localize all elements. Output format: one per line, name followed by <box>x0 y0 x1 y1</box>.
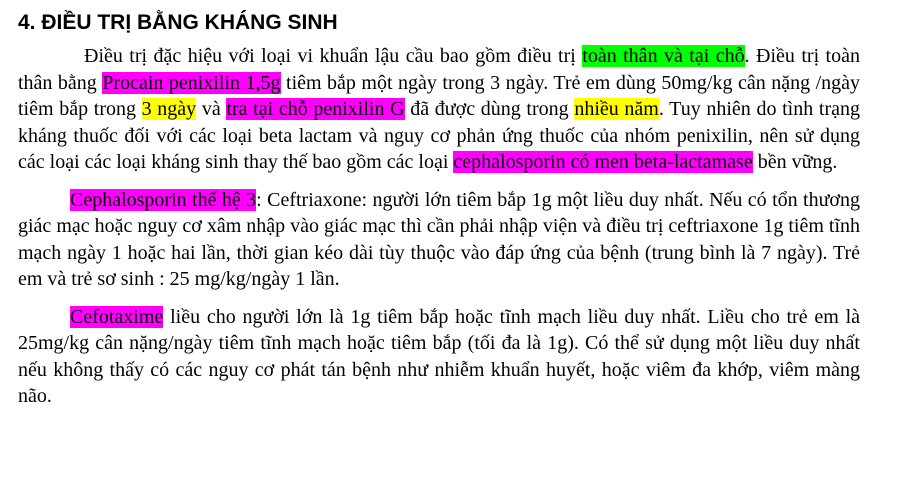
section-heading: 4. ĐIỀU TRỊ BẰNG KHÁNG SINH <box>18 11 338 34</box>
text-run: bền vững. <box>752 151 838 173</box>
paragraph-3: Cefotaxime liều cho người lớn là 1g tiêm… <box>18 304 860 410</box>
highlight-magenta: tra tại chỗ penixilin G <box>226 98 405 120</box>
text-run: đã được dùng trong <box>404 98 575 120</box>
highlight-magenta: Cefotaxime <box>70 305 164 328</box>
highlight-green: toàn thân và tại chỗ <box>582 45 745 67</box>
highlight-yellow: 3 ngày <box>141 98 197 120</box>
highlight-magenta: Cephalosporin thế hệ 3 <box>70 188 257 211</box>
paragraph-1: Điều trị đặc hiệu với loại vi khuẩn lậu … <box>18 43 860 176</box>
text-run: và <box>196 98 227 120</box>
highlight-yellow: nhiều năm <box>574 98 659 120</box>
text-run: Điều trị đặc hiệu với loại vi khuẩn lậu … <box>84 45 583 67</box>
highlight-magenta: cephalosporin có men beta-lactamase <box>453 151 753 173</box>
paragraph-2: Cephalosporin thế hệ 3: Ceftriaxone: ngư… <box>18 187 860 293</box>
document-page: 4. ĐIỀU TRỊ BẰNG KHÁNG SINH Điều trị đặc… <box>0 0 900 484</box>
highlight-magenta: Procain penixilin 1,5g <box>102 71 281 94</box>
